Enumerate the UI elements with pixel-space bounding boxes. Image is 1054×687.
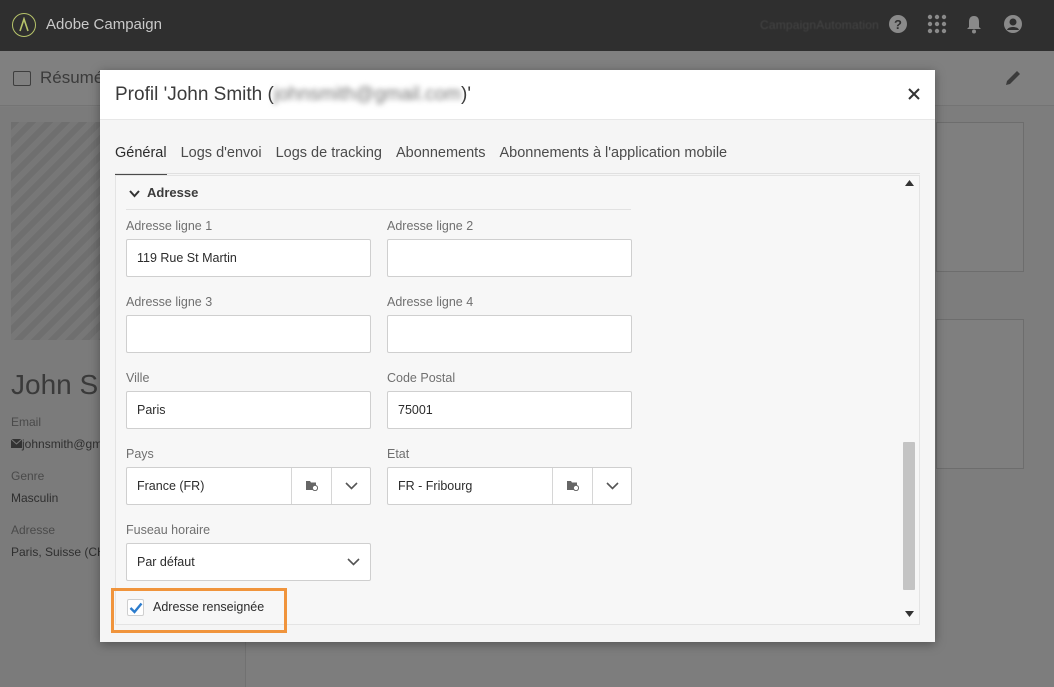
- timezone-value: Par défaut: [137, 555, 195, 569]
- edit-pencil-icon: [1006, 71, 1020, 85]
- address-line3-label: Adresse ligne 3: [126, 295, 213, 309]
- country-combo: France (FR): [126, 467, 371, 505]
- dialog-title: Profil 'John Smith (johnsmith@gmail.com)…: [115, 84, 471, 106]
- address-line1-input[interactable]: 119 Rue St Martin: [126, 239, 371, 277]
- state-label: Etat: [387, 447, 410, 461]
- user-avatar-icon[interactable]: [1003, 14, 1023, 34]
- background-gender-label: Genre: [11, 469, 45, 483]
- dialog-header: Profil 'John Smith (johnsmith@gmail.com)…: [100, 70, 935, 120]
- chevron-down-icon: [345, 482, 358, 490]
- dialog-body: Général Logs d'envoi Logs de tracking Ab…: [100, 120, 935, 642]
- dialog-title-prefix: Profil 'John Smith (: [115, 84, 274, 105]
- background-address-value: Paris, Suisse (CH): [11, 545, 110, 559]
- svg-text:?: ?: [894, 17, 902, 32]
- address-line3-input[interactable]: [126, 315, 371, 353]
- zip-code-label: Code Postal: [387, 371, 456, 385]
- dialog-title-suffix: )': [461, 84, 472, 105]
- close-icon[interactable]: [905, 85, 923, 103]
- country-browse-button[interactable]: [291, 468, 331, 504]
- panel-scrollbar[interactable]: [901, 178, 918, 623]
- address-line1-label: Adresse ligne 1: [126, 219, 213, 233]
- city-label: Ville: [126, 371, 150, 385]
- organization-name[interactable]: CampaignAutomation: [760, 18, 879, 32]
- state-dropdown-button[interactable]: [592, 468, 631, 504]
- country-label: Pays: [126, 447, 154, 461]
- timezone-label: Fuseau horaire: [126, 523, 211, 537]
- app-title[interactable]: Adobe Campaign: [46, 16, 162, 33]
- address-line4-label: Adresse ligne 4: [387, 295, 474, 309]
- background-email-label: Email: [11, 415, 42, 429]
- zip-code-input[interactable]: 75001: [387, 391, 632, 429]
- country-dropdown-button[interactable]: [331, 468, 370, 504]
- address-section-title: Adresse: [147, 185, 199, 200]
- checkbox-box[interactable]: [127, 599, 144, 616]
- tab-bar: Général Logs d'envoi Logs de tracking Ab…: [115, 145, 727, 175]
- folder-link-icon: [567, 481, 579, 491]
- background-card-1: [936, 122, 1024, 272]
- tab-delivery-logs[interactable]: Logs d'envoi: [181, 145, 262, 175]
- adobe-campaign-logo-icon[interactable]: [12, 13, 36, 37]
- address-line2-input[interactable]: [387, 239, 632, 277]
- address-line4-input[interactable]: [387, 315, 632, 353]
- tab-divider: [115, 173, 920, 174]
- chevron-down-icon: [606, 482, 619, 490]
- folder-link-icon: [306, 481, 318, 491]
- state-browse-button[interactable]: [552, 468, 592, 504]
- summary-panel-icon: [13, 71, 31, 86]
- background-gender-value: Masculin: [11, 491, 59, 505]
- tab-general[interactable]: Général: [115, 145, 167, 175]
- mail-icon: [10, 438, 23, 448]
- profile-dialog: Profil 'John Smith (johnsmith@gmail.com)…: [100, 70, 935, 642]
- help-icon[interactable]: ?: [888, 14, 908, 34]
- scrollbar-thumb[interactable]: [903, 442, 915, 590]
- city-input[interactable]: Paris: [126, 391, 371, 429]
- chevron-down-icon: [129, 190, 140, 198]
- background-address-label: Adresse: [11, 523, 56, 537]
- address-filled-label: Adresse renseignée: [153, 600, 265, 614]
- scroll-down-arrow-icon[interactable]: [905, 611, 914, 617]
- general-tab-panel: Adresse Adresse ligne 1 Adresse ligne 2 …: [115, 175, 920, 625]
- profile-photo-placeholder: [11, 122, 111, 340]
- tab-mobile-app-subscriptions[interactable]: Abonnements à l'application mobile: [499, 145, 727, 175]
- chevron-down-icon: [347, 558, 360, 566]
- timezone-select[interactable]: Par défaut: [126, 543, 371, 581]
- tab-tracking-logs[interactable]: Logs de tracking: [276, 145, 382, 175]
- state-combo: FR - Fribourg: [387, 467, 632, 505]
- state-value[interactable]: FR - Fribourg: [398, 479, 472, 493]
- background-email-text: johnsmith@gm: [22, 437, 103, 451]
- background-card-2: [936, 319, 1024, 469]
- tab-subscriptions[interactable]: Abonnements: [396, 145, 485, 175]
- top-bar: Adobe Campaign CampaignAutomation ?: [0, 0, 1054, 51]
- address-line2-label: Adresse ligne 2: [387, 219, 474, 233]
- background-title: Résumé: [40, 68, 104, 87]
- notifications-bell-icon[interactable]: [965, 14, 983, 34]
- scroll-up-arrow-icon[interactable]: [905, 180, 914, 186]
- apps-grid-icon[interactable]: [927, 14, 947, 34]
- address-section-header[interactable]: Adresse: [126, 184, 631, 210]
- checkmark-icon: [129, 602, 143, 614]
- dialog-title-email: johnsmith@gmail.com: [273, 84, 462, 105]
- country-value[interactable]: France (FR): [137, 479, 204, 493]
- background-email-value: johnsmith@gm: [10, 437, 103, 451]
